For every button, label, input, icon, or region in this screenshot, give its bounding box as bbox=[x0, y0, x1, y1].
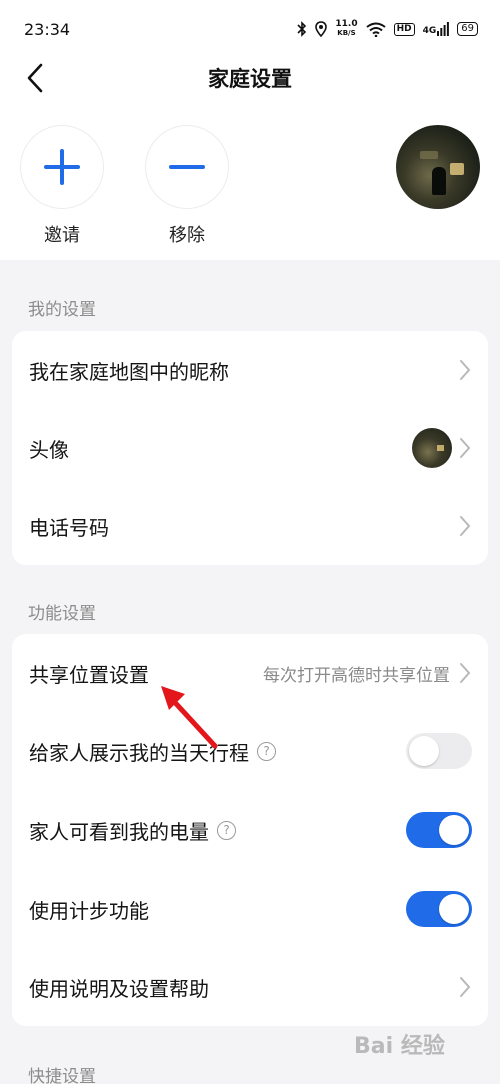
net-speed: 11.0 KB/S bbox=[335, 20, 357, 38]
avatar-row[interactable]: 头像 bbox=[12, 409, 488, 487]
avatar-photo-figure bbox=[432, 167, 446, 195]
show-battery-label-wrap: 家人可看到我的电量 ? bbox=[29, 816, 406, 845]
back-button[interactable] bbox=[20, 62, 50, 94]
chevron-right-icon bbox=[458, 662, 472, 684]
minus-icon bbox=[169, 165, 205, 169]
wifi-icon bbox=[365, 22, 386, 37]
nickname-label: 我在家庭地图中的昵称 bbox=[29, 359, 229, 384]
invite-button[interactable] bbox=[20, 125, 104, 209]
remove-label: 移除 bbox=[169, 225, 205, 246]
toggle-knob bbox=[409, 736, 439, 766]
section-feature-settings: 功能设置 bbox=[28, 604, 96, 624]
chevron-right-icon bbox=[458, 359, 472, 381]
show-battery-row: 家人可看到我的电量 ? bbox=[12, 791, 488, 869]
annotation-arrow-icon bbox=[161, 686, 218, 749]
battery-indicator: 69 bbox=[457, 22, 478, 36]
network-type: 4G bbox=[422, 26, 437, 36]
section-shortcut-settings: 快捷设置 bbox=[28, 1067, 96, 1084]
step-counter-row: 使用计步功能 bbox=[12, 870, 488, 948]
show-itinerary-row: 给家人展示我的当天行程 ? bbox=[12, 712, 488, 790]
step-counter-toggle[interactable] bbox=[406, 891, 472, 927]
chevron-right-icon bbox=[458, 976, 472, 998]
phone-label: 电话号码 bbox=[29, 515, 109, 540]
avatar-photo-light bbox=[450, 163, 464, 175]
hd-badge: HD bbox=[393, 22, 415, 36]
chevron-right-icon bbox=[458, 437, 472, 459]
page-title: 家庭设置 bbox=[208, 67, 292, 91]
step-counter-label: 使用计步功能 bbox=[29, 898, 149, 923]
my-settings-card: 我在家庭地图中的昵称 头像 电话号码 bbox=[12, 331, 488, 565]
net-speed-value: 11.0 bbox=[335, 19, 358, 29]
share-location-value: 每次打开高德时共享位置 bbox=[263, 665, 450, 686]
chevron-right-icon bbox=[458, 515, 472, 537]
avatar-thumbnail bbox=[412, 428, 452, 468]
signal-indicator: 4G bbox=[423, 22, 450, 36]
member-avatar[interactable] bbox=[396, 125, 480, 209]
header: 家庭设置 bbox=[0, 48, 500, 108]
signal-icon bbox=[437, 22, 450, 36]
section-my-settings: 我的设置 bbox=[28, 300, 96, 320]
feature-settings-card: 共享位置设置 每次打开高德时共享位置 给家人展示我的当天行程 ? 家人可看到我的… bbox=[12, 634, 488, 1026]
show-battery-toggle[interactable] bbox=[406, 812, 472, 848]
location-icon bbox=[315, 21, 328, 37]
question-circle-icon[interactable]: ? bbox=[217, 820, 236, 840]
phone-row[interactable]: 电话号码 bbox=[12, 487, 488, 565]
nickname-row[interactable]: 我在家庭地图中的昵称 bbox=[12, 331, 488, 409]
members-panel: 邀请 移除 bbox=[0, 108, 500, 260]
share-location-row[interactable]: 共享位置设置 每次打开高德时共享位置 bbox=[12, 634, 488, 712]
status-time: 23:34 bbox=[24, 19, 71, 39]
avatar-label: 头像 bbox=[29, 437, 69, 462]
question-circle-icon[interactable]: ? bbox=[257, 741, 276, 761]
share-location-label: 共享位置设置 bbox=[29, 662, 149, 687]
plus-icon bbox=[44, 149, 80, 185]
help-label: 使用说明及设置帮助 bbox=[29, 976, 209, 1001]
bluetooth-icon bbox=[297, 21, 307, 37]
invite-member[interactable]: 邀请 bbox=[20, 125, 104, 247]
avatar-photo-detail bbox=[420, 151, 438, 159]
invite-label: 邀请 bbox=[44, 225, 80, 246]
remove-button[interactable] bbox=[145, 125, 229, 209]
back-arrow-icon bbox=[27, 63, 43, 93]
remove-member[interactable]: 移除 bbox=[145, 125, 229, 247]
toggle-knob bbox=[439, 894, 469, 924]
help-row[interactable]: 使用说明及设置帮助 bbox=[12, 948, 488, 1026]
show-itinerary-toggle[interactable] bbox=[406, 733, 472, 769]
toggle-knob bbox=[439, 815, 469, 845]
watermark: Bai 经验 bbox=[354, 1034, 445, 1059]
net-speed-unit: KB/S bbox=[337, 29, 356, 37]
show-battery-label: 家人可看到我的电量 bbox=[29, 819, 209, 844]
status-icons: 11.0 KB/S HD 4G 69 bbox=[297, 20, 478, 38]
